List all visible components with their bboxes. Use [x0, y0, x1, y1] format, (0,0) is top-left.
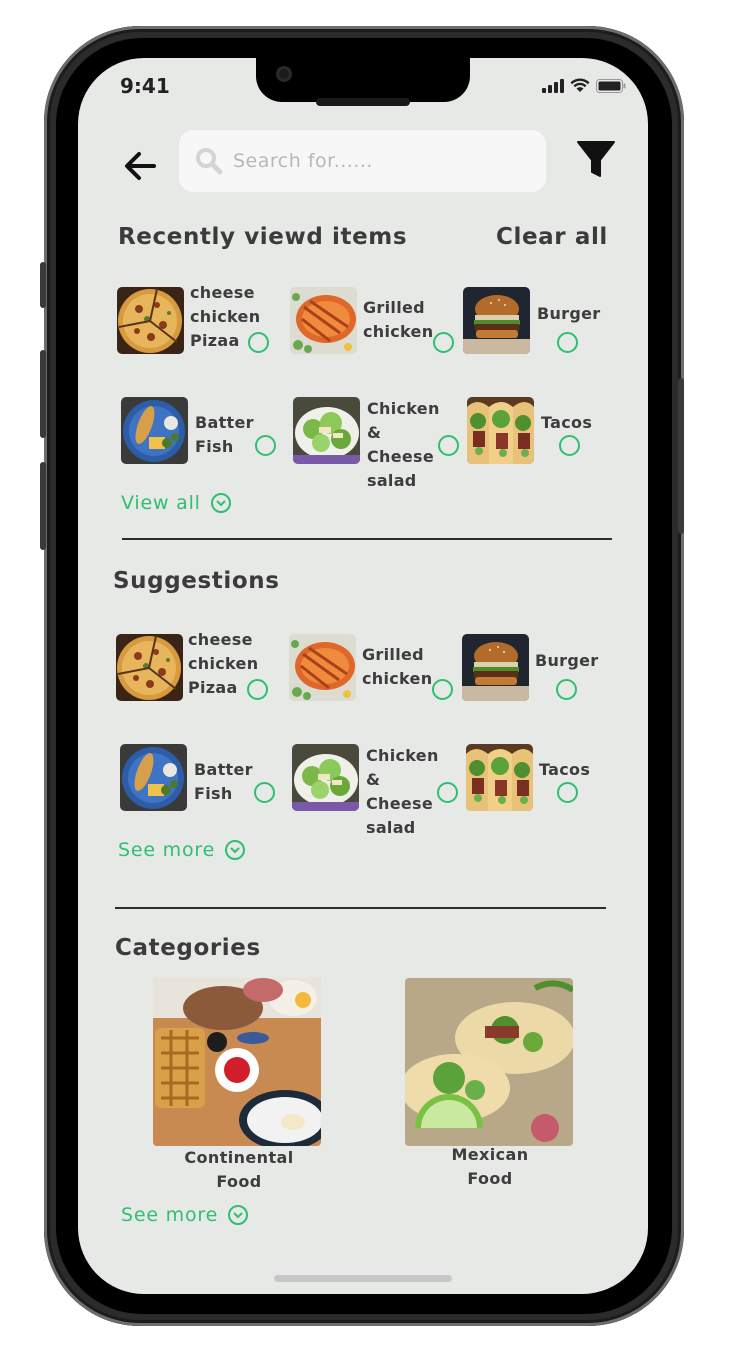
back-button[interactable] [118, 144, 162, 188]
category-card-continental[interactable] [153, 978, 321, 1146]
select-radio[interactable] [556, 679, 577, 700]
speaker-grille [316, 98, 410, 106]
status-time: 9:41 [120, 74, 170, 98]
food-thumbnail [120, 744, 187, 811]
item-label: Batter Fish [195, 413, 254, 456]
filter-icon[interactable] [574, 138, 618, 182]
select-radio[interactable] [437, 782, 458, 803]
category-card-mexican[interactable] [405, 978, 573, 1146]
select-radio[interactable] [438, 435, 459, 456]
item-label: Burger [535, 651, 599, 670]
select-radio[interactable] [247, 679, 268, 700]
screen: 9:41 Recently vi [78, 58, 648, 1294]
phone-volume-down [40, 462, 46, 550]
category-image [153, 978, 321, 1146]
food-thumbnail [292, 744, 359, 811]
search-icon [196, 148, 223, 175]
item-label: Grilled chicken [362, 645, 433, 688]
food-thumbnail [293, 397, 360, 464]
notch [256, 58, 470, 102]
search-input[interactable] [231, 149, 525, 173]
food-thumbnail [463, 287, 530, 354]
food-thumbnail [466, 744, 533, 811]
select-radio[interactable] [248, 332, 269, 353]
status-icons [542, 78, 626, 93]
view-all-label: View all [121, 492, 201, 514]
category-image [405, 978, 573, 1146]
food-thumbnail [462, 634, 529, 701]
category-label: Continental Food [184, 1148, 294, 1191]
suggestions-see-more-link[interactable]: See more [118, 839, 246, 861]
food-thumbnail [121, 397, 188, 464]
select-radio[interactable] [432, 679, 453, 700]
search-bar[interactable] [179, 130, 546, 192]
food-thumbnail [289, 634, 356, 701]
food-thumbnail [116, 634, 183, 701]
back-arrow-icon [125, 152, 156, 180]
phone-power-button [678, 378, 684, 534]
camera-icon [276, 66, 292, 82]
item-label: Tacos [539, 760, 591, 779]
categories-section-title: Categories [115, 935, 261, 961]
select-radio[interactable] [557, 332, 578, 353]
select-radio[interactable] [559, 435, 580, 456]
view-all-link[interactable]: View all [121, 492, 231, 514]
chevron-down-icon [228, 1205, 249, 1225]
section-divider [115, 907, 606, 909]
item-label: Chicken & Cheese salad [367, 399, 440, 490]
food-thumbnail [467, 397, 534, 464]
chevron-down-icon [225, 840, 246, 860]
food-thumbnail [290, 287, 357, 354]
see-more-label: See more [121, 1204, 219, 1226]
phone-volume-up [40, 350, 46, 438]
item-label: Grilled chicken [363, 298, 434, 341]
battery-icon [596, 78, 626, 93]
item-label: Chicken & Cheese salad [366, 746, 439, 837]
select-radio[interactable] [254, 782, 275, 803]
chevron-down-icon [210, 493, 231, 513]
suggestions-section-title: Suggestions [113, 568, 280, 594]
phone-mute-switch [40, 262, 46, 308]
food-thumbnail [117, 287, 184, 354]
home-indicator[interactable] [274, 1275, 452, 1282]
item-label: Tacos [541, 413, 593, 432]
clear-all-button[interactable]: Clear all [496, 224, 608, 250]
category-label: Mexican Food [451, 1145, 529, 1188]
select-radio[interactable] [255, 435, 276, 456]
item-label: Burger [537, 304, 601, 323]
select-radio[interactable] [433, 332, 454, 353]
wifi-icon [570, 78, 590, 92]
item-label: Batter Fish [194, 760, 253, 803]
recent-section-title: Recently viewd items [118, 224, 408, 250]
select-radio[interactable] [557, 782, 578, 803]
section-divider [122, 538, 612, 540]
see-more-label: See more [118, 839, 216, 861]
categories-see-more-link[interactable]: See more [121, 1204, 249, 1226]
signal-icon [542, 78, 564, 93]
